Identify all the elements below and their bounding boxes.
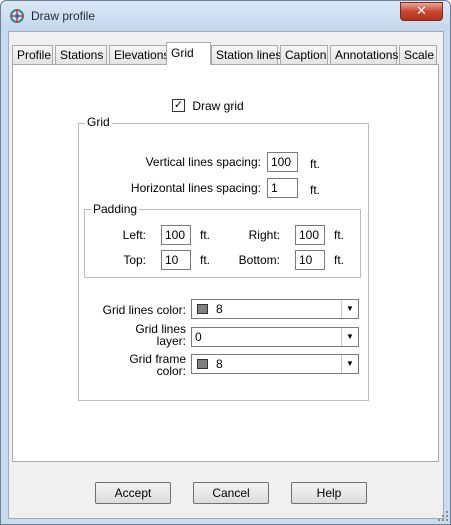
tab-label: Scale (404, 48, 435, 62)
padding-left-unit: ft. (200, 228, 211, 242)
padding-bottom-input[interactable]: 10 (295, 250, 325, 270)
color-swatch (197, 359, 208, 369)
padding-right-input[interactable]: 100 (295, 225, 325, 245)
padding-group-label: Padding (91, 202, 140, 216)
input-value: 100 (165, 228, 186, 242)
dropdown-arrow-icon[interactable]: ▼ (341, 355, 358, 373)
close-icon: ✕ (416, 3, 427, 18)
padding-top-input[interactable]: 10 (161, 250, 191, 270)
input-value: 10 (299, 253, 313, 267)
padding-bottom-label: Bottom: (238, 253, 280, 267)
padding-right-label: Right: (248, 228, 280, 242)
tab-stations[interactable]: Stations (55, 45, 107, 65)
tab-label: Station lines (216, 48, 282, 62)
tab-label: Annotations (335, 48, 399, 62)
padding-left-input[interactable]: 100 (161, 225, 191, 245)
horizontal-spacing-unit: ft. (310, 183, 321, 197)
select-value: 8 (216, 357, 223, 371)
tab-label: Caption (285, 48, 327, 62)
padding-right-unit: ft. (334, 228, 345, 242)
draw-grid-label: Draw grid (192, 98, 244, 113)
horizontal-spacing-input[interactable]: 1 (267, 178, 298, 198)
select-value: 8 (216, 302, 223, 316)
tab-grid[interactable]: Grid (166, 42, 211, 65)
label-line: layer: (156, 334, 186, 348)
input-value: 1 (271, 181, 278, 195)
padding-top-unit: ft. (200, 253, 211, 267)
title-bar[interactable]: Draw profile ✕ (1, 1, 450, 31)
button-label: Accept (114, 486, 152, 500)
dialog-client-area: Profile Stations Elevations Grid Station… (8, 31, 448, 521)
close-button[interactable]: ✕ (400, 2, 443, 21)
grid-lines-layer-label: Grid lines layer: (88, 323, 186, 347)
grid-group-label: Grid (85, 115, 112, 129)
dropdown-arrow-icon[interactable]: ▼ (341, 300, 358, 318)
select-value: 0 (195, 330, 202, 344)
padding-bottom-unit: ft. (334, 253, 345, 267)
grid-lines-layer-select[interactable]: 0 ▼ (191, 327, 359, 347)
tab-station-lines[interactable]: Station lines (211, 45, 282, 65)
tab-annotations[interactable]: Annotations (330, 45, 399, 65)
draw-grid-checkbox-row[interactable]: ✓ Draw grid (172, 98, 244, 113)
draw-grid-checkbox[interactable]: ✓ (172, 99, 185, 113)
resize-grip-icon[interactable] (437, 510, 449, 522)
grid-lines-color-select[interactable]: 8 ▼ (191, 299, 359, 319)
padding-top-label: Top: (123, 253, 146, 267)
tab-label: Grid (171, 46, 194, 60)
cancel-button[interactable]: Cancel (193, 482, 269, 504)
app-compass-icon (10, 9, 24, 23)
help-button[interactable]: Help (291, 482, 367, 504)
grid-tab-page: ✓ Draw grid Grid Vertical lines spacing:… (12, 64, 439, 462)
button-label: Help (316, 486, 342, 500)
grid-frame-color-label: Grid frame color: (88, 353, 186, 377)
tab-label: Stations (60, 48, 104, 62)
grid-lines-color-label: Grid lines color: (102, 303, 186, 317)
tab-scale[interactable]: Scale (399, 45, 437, 65)
tab-label: Elevations (114, 48, 170, 62)
color-swatch (197, 304, 208, 314)
tab-label: Profile (17, 48, 52, 62)
input-value: 100 (299, 228, 320, 242)
input-value: 10 (165, 253, 179, 267)
tab-caption[interactable]: Caption (280, 45, 328, 65)
dialog-window: Draw profile ✕ Profile Stations Elevatio… (0, 0, 451, 525)
padding-left-label: Left: (122, 228, 146, 242)
tab-elevations[interactable]: Elevations (109, 45, 169, 65)
vertical-spacing-unit: ft. (310, 157, 321, 171)
vertical-spacing-label: Vertical lines spacing: (145, 155, 261, 169)
input-value: 100 (271, 155, 292, 169)
tab-profile[interactable]: Profile (12, 45, 53, 65)
dropdown-arrow-icon[interactable]: ▼ (341, 328, 358, 346)
checkmark-icon: ✓ (173, 99, 184, 112)
accept-button[interactable]: Accept (95, 482, 171, 504)
horizontal-spacing-label: Horizontal lines spacing: (130, 181, 261, 195)
label-line: color: (156, 364, 186, 378)
vertical-spacing-input[interactable]: 100 (267, 152, 298, 172)
grid-frame-color-select[interactable]: 8 ▼ (191, 354, 359, 374)
button-label: Cancel (212, 486, 250, 500)
window-title: Draw profile (31, 9, 96, 23)
